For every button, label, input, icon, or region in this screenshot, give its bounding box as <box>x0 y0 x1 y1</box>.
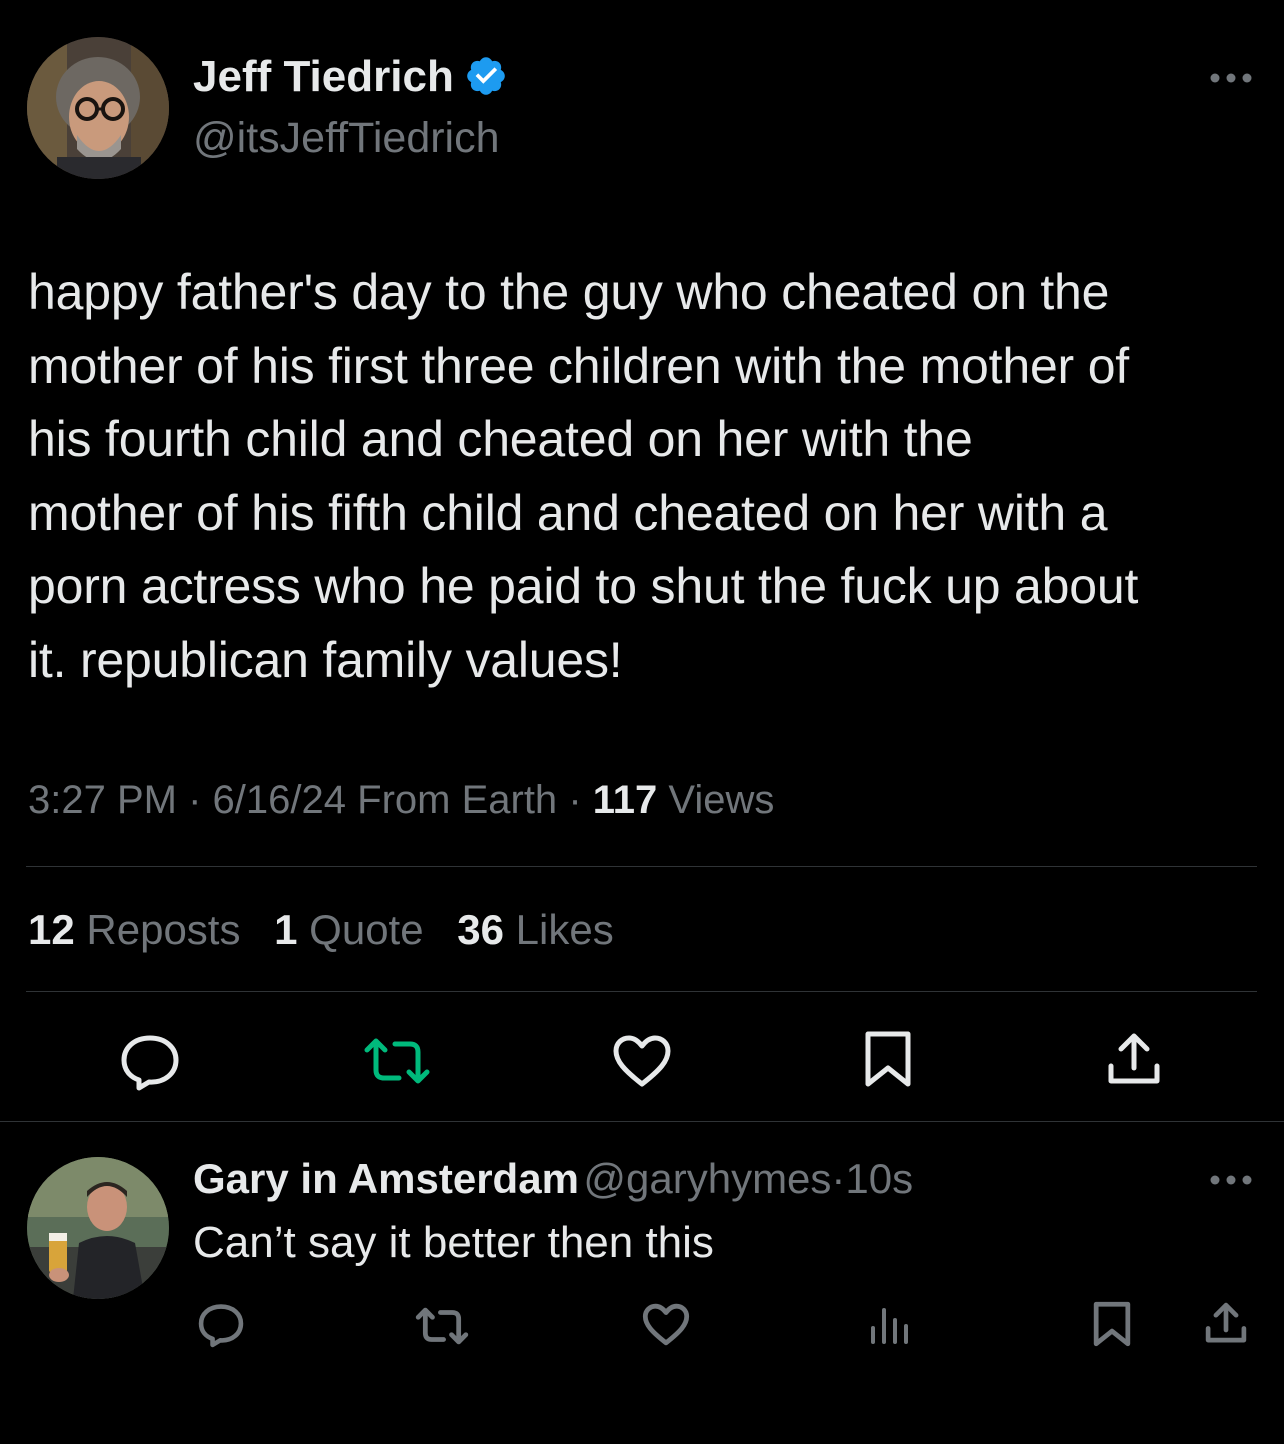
tweet-source: From Earth <box>357 778 558 822</box>
verified-badge-icon <box>464 54 508 98</box>
reposts-label: Reposts <box>86 906 241 953</box>
reply-header: Gary in Amsterdam @garyhymes·10s <box>193 1155 913 1203</box>
bookmark-button[interactable] <box>864 1030 912 1088</box>
tweet-meta: 3:27 PM · 6/16/24 From Earth · 117 Views <box>28 778 774 823</box>
bookmark-icon <box>864 1030 912 1088</box>
tweet-text-line: his fourth child and cheated on her with… <box>28 411 973 467</box>
reposts-count: 12 <box>28 906 75 953</box>
likes-stat[interactable]: 36 Likes <box>457 906 613 953</box>
meta-separator: · <box>568 778 582 822</box>
tweet-text-line: happy father's day to the guy who cheate… <box>28 264 1110 320</box>
reply-icon <box>196 1302 246 1348</box>
reply-text: Can’t say it better then this <box>193 1218 714 1267</box>
share-button[interactable] <box>1106 1032 1162 1086</box>
reply-button[interactable] <box>118 1032 182 1092</box>
tweet-text: happy father's day to the guy who cheate… <box>28 256 1278 697</box>
views-label: Views <box>668 778 775 822</box>
reply-author-handle[interactable]: @garyhymes <box>583 1155 831 1202</box>
tweet-text-line: mother of his first three children with … <box>28 337 1129 394</box>
author-name[interactable]: Jeff Tiedrich <box>193 52 454 101</box>
repost-icon <box>415 1306 469 1346</box>
like-icon <box>642 1303 690 1346</box>
tweet-time[interactable]: 3:27 PM <box>28 778 177 822</box>
divider <box>26 866 1257 867</box>
likes-count: 36 <box>457 906 504 953</box>
reply-icon <box>118 1032 182 1092</box>
reply-like-button[interactable] <box>642 1303 690 1346</box>
reply-author-avatar[interactable] <box>27 1157 169 1299</box>
reply-bookmark-button[interactable] <box>1093 1300 1131 1348</box>
reply-reply-button[interactable] <box>196 1302 246 1348</box>
views-icon <box>868 1304 910 1346</box>
like-icon <box>612 1034 672 1088</box>
reply-views-button[interactable] <box>868 1304 910 1346</box>
author-name-row[interactable]: Jeff Tiedrich <box>193 52 508 102</box>
repost-button[interactable] <box>363 1036 431 1086</box>
tweet-date[interactable]: 6/16/24 <box>213 778 346 822</box>
quotes-label: Quote <box>309 906 424 953</box>
meta-separator: · <box>188 778 202 822</box>
share-icon <box>1204 1302 1248 1344</box>
tweet-text-line: porn actress who he paid to shut the fuc… <box>28 558 1139 614</box>
quotes-count: 1 <box>274 906 298 953</box>
reply-age[interactable]: 10s <box>845 1155 913 1202</box>
likes-label: Likes <box>515 906 614 953</box>
more-icon[interactable] <box>1208 1170 1254 1190</box>
views-count: 117 <box>592 778 658 822</box>
more-icon[interactable] <box>1208 68 1254 88</box>
author-avatar[interactable] <box>27 37 169 179</box>
divider <box>26 991 1257 992</box>
bookmark-icon <box>1093 1300 1131 1348</box>
tweet-text-line: it. republican family values! <box>28 631 623 688</box>
meta-separator: · <box>831 1155 846 1202</box>
tweet-stats: 12 Reposts 1 Quote 36 Likes <box>28 906 614 954</box>
author-handle[interactable]: @itsJeffTiedrich <box>193 114 500 163</box>
reply-author-name[interactable]: Gary in Amsterdam <box>193 1155 579 1202</box>
reply-repost-button[interactable] <box>415 1306 469 1346</box>
quotes-stat[interactable]: 1 Quote <box>274 906 423 953</box>
reposts-stat[interactable]: 12 Reposts <box>28 906 240 953</box>
tweet-text-line: mother of his fifth child and cheated on… <box>28 484 1108 541</box>
divider <box>0 1121 1284 1122</box>
like-button[interactable] <box>612 1034 672 1088</box>
reply-share-button[interactable] <box>1204 1302 1248 1344</box>
share-icon <box>1106 1032 1162 1086</box>
repost-icon <box>363 1036 431 1086</box>
